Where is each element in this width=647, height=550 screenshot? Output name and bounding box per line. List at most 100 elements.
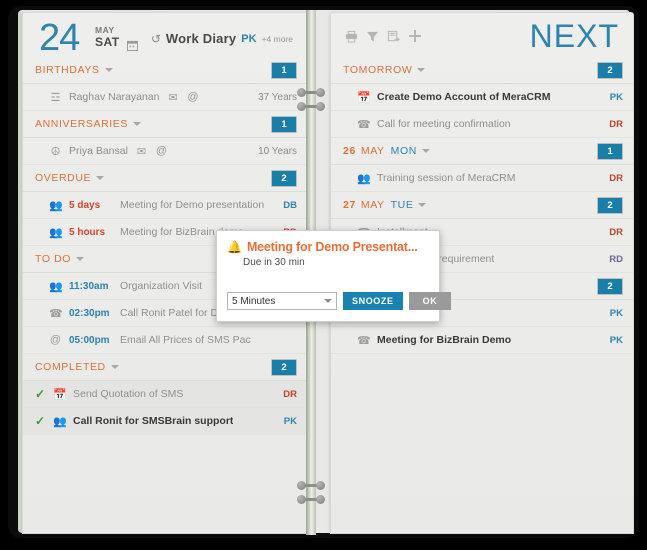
meeting-icon: 👥 — [49, 280, 63, 293]
dialog-subtitle: Due in 30 min — [243, 257, 305, 268]
list-item[interactable]: 👥 Training session of MeraCRM DR — [331, 165, 633, 192]
weekday-label: SAT — [95, 35, 120, 49]
section-header-overdue[interactable]: OVERDUE 2 — [23, 165, 307, 192]
meeting-icon: 👥 — [357, 172, 371, 185]
binder-ring — [296, 88, 326, 97]
phone-icon: ☎ — [49, 307, 63, 320]
item-assignee: DR — [609, 118, 623, 130]
item-assignee: PK — [609, 307, 623, 319]
binder-ring — [296, 102, 326, 111]
at-icon[interactable]: @ — [186, 91, 199, 103]
right-page-header: NEXT — [331, 13, 633, 57]
item-text: Raghav Narayanan — [69, 91, 160, 103]
anniversary-icon: ☮ — [50, 145, 61, 158]
filter-icon[interactable] — [366, 30, 379, 43]
chevron-down-icon[interactable] — [76, 257, 85, 261]
section-title: OVERDUE — [35, 172, 92, 184]
item-time: 11:30am — [69, 280, 109, 292]
diary-name: Work Diary — [165, 31, 237, 46]
item-due: 5 hours — [69, 226, 106, 238]
chevron-down-icon[interactable] — [421, 149, 430, 153]
check-icon[interactable]: ✓ — [35, 387, 46, 401]
section-header-27-may[interactable]: 27 MAY TUE 2 — [331, 192, 633, 219]
chevron-down-icon[interactable] — [96, 176, 105, 180]
section-title: BIRTHDAYS — [35, 64, 100, 76]
item-assignee: PK — [609, 334, 623, 346]
day-number: 24 — [39, 17, 80, 59]
item-text: Call for meeting confirmation — [377, 118, 511, 130]
page-title: NEXT — [529, 18, 619, 54]
list-item[interactable]: 📅 Create Demo Account of MeraCRM PK — [331, 84, 633, 111]
snooze-button[interactable]: SNOOZE — [343, 292, 403, 310]
list-item[interactable]: ✓ 📅 Send Quotation of SMS DR — [23, 381, 307, 408]
bell-icon: 🔔 — [227, 240, 242, 254]
item-age: 37 Years — [258, 91, 297, 103]
chevron-down-icon[interactable] — [110, 365, 119, 369]
item-due: 5 days — [69, 199, 101, 211]
list-item[interactable]: ☎ Call for meeting confirmation DR — [331, 111, 633, 138]
section-count-badge: 1 — [597, 142, 623, 160]
dialog-actions: 5 Minutes SNOOZE OK — [227, 292, 452, 310]
at-icon: @ — [49, 334, 62, 346]
section-count-badge: 2 — [271, 358, 297, 376]
meeting-icon: 👥 — [49, 199, 63, 212]
chevron-down-icon[interactable] — [417, 68, 426, 72]
chevron-down-icon[interactable] — [133, 122, 141, 126]
chevron-down-icon[interactable] — [324, 299, 332, 303]
section-month: MAY — [360, 145, 385, 157]
section-count-badge: 1 — [271, 115, 297, 133]
item-assignee: DR — [609, 172, 623, 184]
item-assignee: DR — [609, 226, 623, 238]
item-assignee: DB — [283, 199, 297, 211]
export-note-icon[interactable] — [387, 30, 400, 43]
section-count-badge: 1 — [271, 61, 297, 79]
dialog-title-row: 🔔 Meeting for Demo Presentat... — [217, 231, 439, 254]
list-item[interactable]: @ 05:00pm Email All Prices of SMS Pac — [23, 327, 307, 354]
section-header-26-may[interactable]: 26 MAY MON 1 — [331, 138, 633, 165]
item-text: Meeting for BizBrain Demo — [377, 334, 512, 346]
ok-button[interactable]: OK — [408, 292, 452, 310]
section-day-number: 27 — [343, 199, 356, 211]
section-title: TO DO — [35, 253, 72, 265]
binder-ring — [296, 495, 326, 504]
at-icon[interactable]: @ — [155, 145, 168, 157]
item-text: Organization Visit — [120, 280, 203, 292]
section-day-number: 26 — [343, 145, 356, 157]
date-month-weekday: MAY SAT — [95, 25, 120, 49]
calendar-icon[interactable] — [127, 40, 138, 54]
mail-icon[interactable]: ✉ — [166, 91, 179, 104]
section-weekday: MON — [390, 145, 417, 157]
snooze-duration-select[interactable]: 5 Minutes — [227, 292, 337, 310]
meeting-icon: 👥 — [53, 415, 67, 428]
section-count-badge: 2 — [271, 169, 297, 187]
chevron-down-icon[interactable] — [418, 203, 427, 207]
section-weekday: TUE — [390, 199, 414, 211]
diary-selector[interactable]: ↺ Work Diary PK +4 more — [151, 31, 293, 46]
list-item[interactable]: ✓ 👥 Call Ronit for SMSBrain support PK — [23, 408, 307, 435]
chevron-down-icon[interactable] — [104, 68, 113, 72]
item-text: Create Demo Account of MeraCRM — [377, 91, 551, 103]
list-item[interactable]: 👥 5 days Meeting for Demo presentation D… — [23, 192, 307, 219]
plus-icon[interactable] — [408, 29, 422, 43]
item-text: Email All Prices of SMS Pac — [120, 334, 251, 346]
screenshot-canvas: 24 MAY SAT ↺ Work Diary PK +4 more BIRTH… — [0, 0, 647, 550]
printer-icon[interactable] — [345, 30, 358, 43]
section-count-badge: 2 — [597, 61, 623, 79]
mail-icon[interactable]: ✉ — [135, 145, 148, 158]
section-header-anniversaries[interactable]: ANNIVERSARIES 1 — [23, 111, 307, 138]
section-header-birthdays[interactable]: BIRTHDAYS 1 — [23, 57, 307, 84]
phone-icon: ☎ — [357, 118, 371, 131]
check-icon[interactable]: ✓ — [35, 414, 46, 428]
section-header-completed[interactable]: COMPLETED 2 — [23, 354, 307, 381]
item-years: 10 Years — [258, 145, 297, 157]
section-header-tomorrow[interactable]: TOMORROW 2 — [331, 57, 633, 84]
list-item[interactable]: ☲ Raghav Narayanan ✉ @ 37 Years — [23, 84, 307, 111]
toolbar — [345, 29, 422, 43]
item-assignee: PK — [609, 91, 623, 103]
binder-ring — [296, 481, 326, 490]
section-month: MAY — [360, 199, 385, 211]
list-item[interactable]: ☮ Priya Bansal ✉ @ 10 Years — [23, 138, 307, 165]
list-item[interactable]: ☎ Meeting for BizBrain Demo PK — [331, 327, 633, 354]
item-text: Call Ronit for SMSBrain support — [73, 415, 234, 427]
item-assignee: DR — [283, 388, 297, 400]
